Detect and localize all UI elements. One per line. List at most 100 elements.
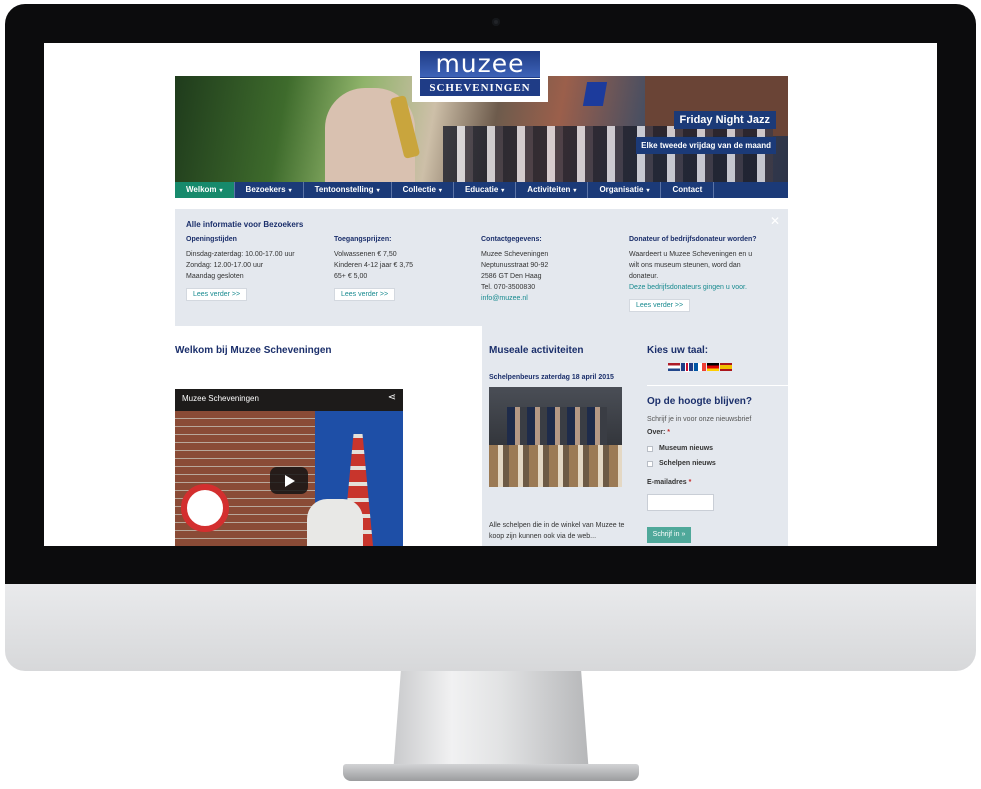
event-excerpt: Alle schelpen die in de winkel van Muzee… [489,522,625,540]
info-panel-title: Alle informatie voor Bezoekers [186,220,304,229]
nav-label: Contact [672,185,703,194]
no-entry-sign-image [181,484,229,532]
caret-down-icon: ▾ [376,188,380,194]
read-more-button[interactable]: Lees verder >> [186,288,248,301]
flag-nl-icon[interactable] [668,363,680,371]
nav-item-organisatie[interactable]: Organisatie ▾ [588,182,662,198]
newsletter-title: Op de hoogte blijven? [647,396,752,407]
flag-icon [582,82,608,106]
info-line: 65+ € 5,00 [334,273,368,280]
info-line: Zondag: 12.00-17.00 uur [186,262,264,269]
donors-link[interactable]: Deze bedrijfsdonateurs gingen u voor. [629,282,779,293]
info-line: wilt ons museum steunen, word dan [629,262,741,269]
read-more-button[interactable]: Lees verder >> [334,288,396,301]
caret-down-icon: ▾ [573,188,577,194]
info-line: 2586 GT Den Haag [481,273,542,280]
info-line: Waardeert u Muzee Scheveningen en u [629,251,753,258]
event-photo-table [489,445,622,487]
info-line: Maandag gesloten [186,273,244,280]
divider [647,385,788,386]
info-col-openingstijden: Openingstijden Dinsdag-zaterdag: 10.00-1… [186,236,326,301]
drawing-image [307,499,363,546]
photo-crowd [443,126,773,182]
info-col-donateur: Donateur of bedrijfsdonateur worden? Waa… [629,236,779,312]
monitor-chin [5,584,976,671]
email-label: E-mailadres * [647,479,691,486]
visitor-info-panel: ✕ Alle informatie voor Bezoekers Opening… [175,209,788,326]
info-col-contactgegevens: Contactgegevens: Muzee Scheveningen Nept… [481,236,621,304]
nav-label: Organisatie [599,185,644,194]
flag-es-icon[interactable] [720,363,732,371]
info-col-heading: Donateur of bedrijfsdonateur worden? [629,236,757,243]
nav-label: Bezoekers [245,185,286,194]
nav-item-contact[interactable]: Contact [661,182,715,198]
email-link[interactable]: info@muzee.nl [481,293,621,304]
option-schelpen-nieuws[interactable]: Schelpen nieuws [647,460,716,467]
required-mark: * [688,479,692,486]
checkbox[interactable] [647,445,653,452]
close-icon[interactable]: ✕ [770,214,780,228]
nav-label: Welkom [186,185,217,194]
newsletter-about-label: Over: * [647,429,670,436]
info-line: Muzee Scheveningen [481,251,549,258]
checkbox-label: Museum nieuws [659,445,714,452]
video-player[interactable]: Muzee Scheveningen ⋖ [175,389,403,546]
nav-item-bezoekers[interactable]: Bezoekers ▾ [235,182,304,198]
subscribe-button[interactable]: Schrijf in » [647,527,691,543]
header-caption-title: Friday Night Jazz [673,111,776,129]
email-label-text: E-mailadres [647,479,687,486]
flag-en-icon[interactable] [681,363,693,371]
about-label-text: Over: [647,429,666,436]
required-mark: * [667,429,670,436]
logo-block: muzee SCHEVENINGEN [420,51,540,96]
nav-label: Tentoonstelling [314,185,374,194]
screen: Friday Night Jazz Elke tweede vrijdag va… [44,43,937,546]
info-line: Volwassenen € 7,50 [334,251,397,258]
newsletter-intro: Schrijf je in voor onze nieuwsbrief [647,416,752,423]
nav-label: Collectie [402,185,436,194]
info-line: Dinsdag-zaterdag: 10.00-17.00 uur [186,251,295,258]
flag-fr-icon[interactable] [694,363,706,371]
nav-label: Educatie [464,185,499,194]
info-line: Kinderen 4-12 jaar € 3,75 [334,262,413,269]
camera-icon [492,18,500,26]
logo-word: muzee [420,51,540,77]
info-col-heading: Contactgegevens: [481,236,542,243]
caret-down-icon: ▾ [288,188,292,194]
event-photo-people [507,407,607,447]
nav-item-welkom[interactable]: Welkom ▾ [175,182,235,198]
info-col-heading: Openingstijden [186,236,237,243]
monitor-stand [393,671,589,774]
site-logo[interactable]: muzee SCHEVENINGEN [412,46,548,102]
imac-mockup: Friday Night Jazz Elke tweede vrijdag va… [0,0,981,789]
nav-item-tentoonstelling[interactable]: Tentoonstelling ▾ [304,182,392,198]
event-title[interactable]: Schelpenbeurs zaterdag 18 april 2015 [489,374,614,381]
nav-item-activiteiten[interactable]: Activiteiten ▾ [516,182,589,198]
welcome-title: Welkom bij Muzee Scheveningen [175,345,332,356]
checkbox[interactable] [647,460,653,467]
nav-label: Activiteiten [527,185,571,194]
info-line: Neptunusstraat 90-92 [481,262,549,269]
flag-de-icon[interactable] [707,363,719,371]
monitor-stand-base [343,764,639,781]
caret-down-icon: ▾ [438,188,442,194]
header-caption-subtitle: Elke tweede vrijdag van de maand [636,137,776,154]
nav-item-educatie[interactable]: Educatie ▾ [454,182,517,198]
email-input[interactable] [647,494,714,511]
logo-subtitle: SCHEVENINGEN [420,78,540,96]
language-flags [668,363,732,371]
main-nav: Welkom ▾ Bezoekers ▾ Tentoonstelling ▾ Coll… [175,182,788,198]
option-museum-nieuws[interactable]: Museum nieuws [647,445,713,452]
nav-item-collectie[interactable]: Collectie ▾ [392,182,454,198]
event-photo[interactable] [489,387,622,487]
share-icon[interactable]: ⋖ [388,392,396,403]
info-line: Tel. 070-3500830 [481,284,536,291]
caret-down-icon: ▾ [501,188,505,194]
video-title[interactable]: Muzee Scheveningen [182,394,259,403]
caret-down-icon: ▾ [646,188,650,194]
info-col-heading: Toegangsprijzen: [334,236,392,243]
checkbox-label: Schelpen nieuws [659,460,716,467]
read-more-button[interactable]: Lees verder >> [629,299,691,312]
play-icon[interactable] [270,467,308,494]
activities-title: Museale activiteiten [489,345,584,356]
